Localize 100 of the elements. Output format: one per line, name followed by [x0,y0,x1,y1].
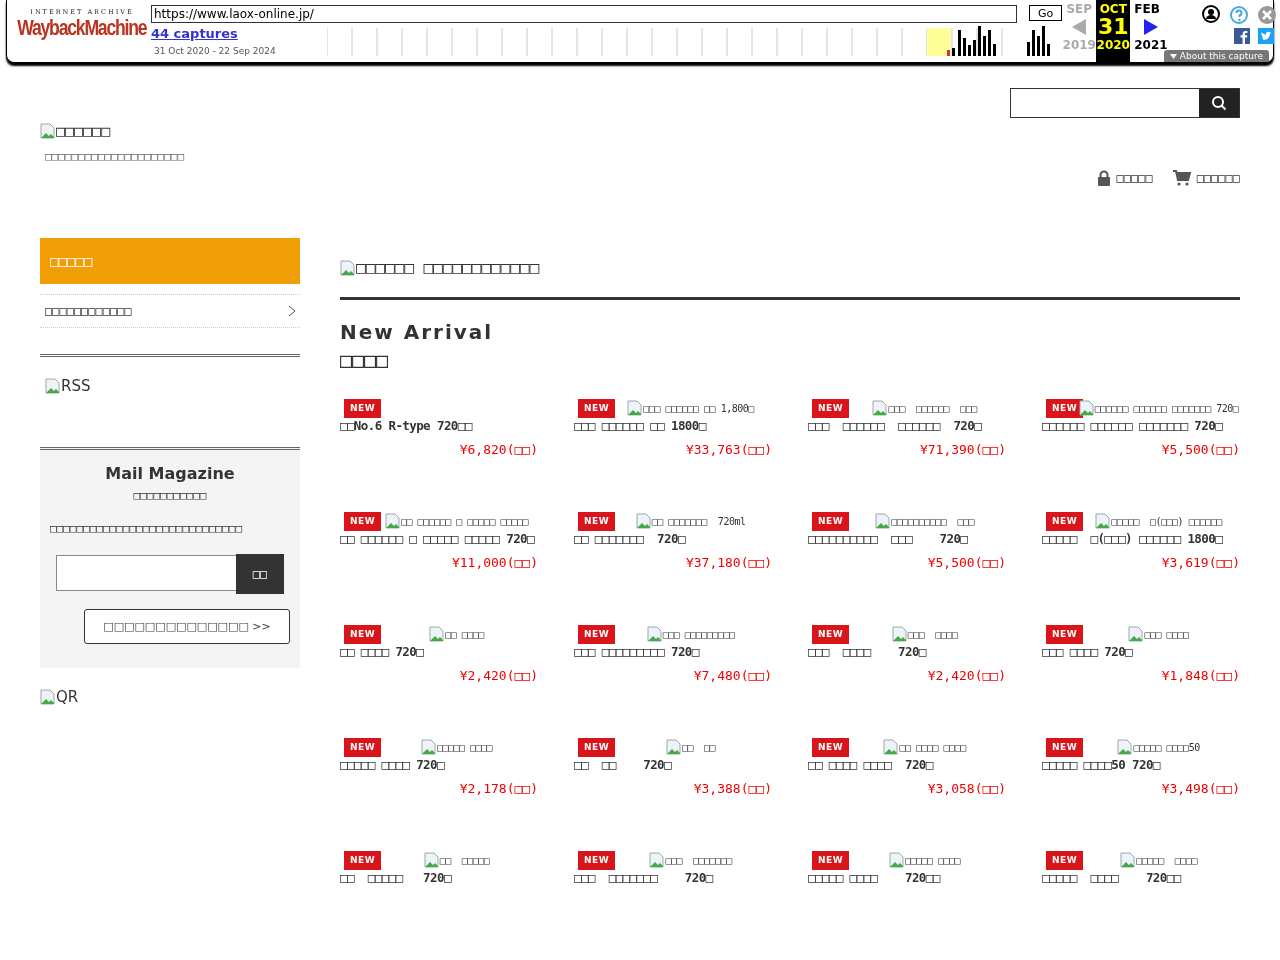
product-name[interactable]: □□No.6 R-type 720□□ [340,418,538,434]
product-image-alt[interactable]: □□ □□ [682,741,716,753]
product-name[interactable]: □□□ □□□□□□□ 720□ [574,870,772,886]
email-field[interactable] [56,555,236,591]
cart-icon [1172,170,1191,186]
product-image-alt[interactable]: □□□ □□□□□□□□□ [662,628,735,640]
product-name[interactable]: □□□□□ □(□□□) □□□□□□ 1800□ [1042,531,1240,547]
search-button[interactable] [1199,89,1239,117]
broken-image-icon [627,400,644,416]
broken-image-icon [45,378,61,394]
product-image-alt[interactable]: □□□ □□□□□□ □□□ [888,402,977,414]
broken-image-icon [1117,739,1134,755]
broken-image-icon [420,739,437,755]
product-name[interactable]: □□ □□□□ 720□ [340,644,538,660]
captures-link[interactable]: 44 captures [151,26,238,41]
twitter-icon[interactable] [1258,28,1275,44]
product-image-alt[interactable]: □□□□□ □□□□ [904,854,961,866]
new-badge: NEW [344,625,382,644]
month-label: OCT [1098,2,1128,16]
year-label: 2021 [1134,38,1169,52]
rss-alt-text[interactable]: RSS [61,377,91,395]
product-image-alt[interactable]: □□□ □□□□ [1144,628,1189,640]
product-name[interactable]: □□□□□ □□□□ 720□ [340,757,538,773]
product-name[interactable]: □□□□□ □□□□ 720□□ [1042,870,1240,886]
product-name[interactable]: □□□□□□□□□□ □□□ 720□ [808,531,1006,547]
product-image-alt[interactable]: □□□ □□□□ [907,628,958,640]
product-price: ¥2,420(□□) [459,668,538,683]
product-image-alt[interactable]: □□□ □□□□□□□ [665,854,732,866]
product-name[interactable]: □□□ □□□□ 720□ [808,644,1006,660]
mail-magazine-title: Mail Magazine [105,464,235,483]
product-image-alt[interactable]: □□ □□□□□□□ 720ml [651,515,746,527]
product-price: ¥1,848(□□) [1161,668,1240,683]
broken-image-icon [875,513,892,529]
about-capture-button[interactable]: About this capture [1163,50,1269,62]
product-name[interactable]: □□□ □□□□□□ □□□□□□ 720□ [808,418,1006,434]
header-link[interactable]: □□□□□□ [1196,171,1240,185]
header-link[interactable]: □□□□□ [1116,171,1153,185]
next-arrow-icon[interactable] [1144,19,1159,35]
go-button[interactable]: Go [1029,5,1063,21]
year-label: 2020 [1096,38,1131,52]
product-price: ¥7,480(□□) [693,668,772,683]
new-badge: NEW [344,399,382,418]
search-field[interactable] [1010,88,1240,118]
product-name[interactable]: □□ □□□□ □□□□ 720□ [808,757,1006,773]
year-label: 2019 [1062,38,1097,52]
category-header: □□□□□ [40,238,300,284]
subscribe-button[interactable]: □□ [236,554,284,594]
broken-image-icon [891,626,908,642]
product-price: ¥5,500(□□) [1161,442,1240,457]
section-subheading: □□□□ [340,348,390,372]
product-name[interactable]: □□□□□□ □□□□□□ □□□□□□□ 720□ [1042,418,1240,434]
user-icon[interactable] [1202,5,1221,23]
capture-histogram[interactable] [327,26,1053,56]
category-item[interactable]: □□□□□□□□□□□□ [40,294,300,328]
mail-magazine-link-button[interactable]: □□□□□□□□□□□□□□ >> [84,609,290,644]
broken-image-icon [635,513,652,529]
product-price: ¥6,820(□□) [459,442,538,457]
new-badge: NEW [578,625,616,644]
product-name[interactable]: □□□ □□□□□□ □□ 1800□ [574,418,772,434]
banner-alt-text[interactable]: □□□□□□ □□□□□□□□□□□□ [356,258,540,277]
product-image-alt[interactable]: □□□□□ □□□□ [436,741,493,753]
product-name[interactable]: □□ □□□□□□□ 720□ [574,531,772,547]
new-badge: NEW [578,512,616,531]
product-image-alt[interactable]: □□ □□□□□□ □ □□□□□ □□□□□ [401,515,529,527]
product-image-alt[interactable]: □□□ □□□□□□ □□ 1,800□ [643,402,754,414]
new-badge: NEW [812,512,850,531]
product-image-alt[interactable]: □□ □□□□ [445,628,484,640]
broken-image-icon [1128,626,1145,642]
product-name[interactable]: □□ □□□□□□ □ □□□□□ □□□□□ 720□ [340,531,538,547]
new-badge: NEW [1046,625,1084,644]
facebook-icon[interactable] [1234,28,1251,44]
close-icon[interactable] [1258,6,1277,24]
product-name[interactable]: □□ □□ 720□ [574,757,772,773]
product-name[interactable]: □□□□□ □□□□ 720□□ [808,870,1006,886]
month-label: FEB [1134,2,1161,16]
product-price: ¥3,058(□□) [927,781,1006,796]
wayback-logo[interactable]: WaybackMachine [17,16,147,40]
new-badge: NEW [812,399,850,418]
calendar-column[interactable]: OCT 31 2020 [1096,0,1131,62]
product-image-alt[interactable]: □□□□□□□□□□ □□□ [891,515,974,527]
product-price: ¥33,763(□□) [685,442,772,457]
product-name[interactable]: □□ □□□□□ 720□ [340,870,538,886]
logo-alt-text[interactable]: □□□□□□ [56,122,111,140]
product-image-alt[interactable]: □□ □□□□ □□□□ [899,741,966,753]
search-icon [1211,95,1227,111]
product-name[interactable]: □□□□□ □□□□50 720□ [1042,757,1240,773]
new-badge: NEW [1046,738,1084,757]
product-image-alt[interactable]: □□□□□ □□□□50 [1133,741,1200,753]
product-price: ¥5,500(□□) [927,555,1006,570]
broken-image-icon [40,689,56,705]
product-price: ¥71,390(□□) [919,442,1006,457]
product-image-alt[interactable]: □□□□□□ □□□□□□ □□□□□□□ 720□ [1094,402,1239,414]
broken-image-icon [883,739,900,755]
product-image-alt[interactable]: □□□□□ □□□□ [1136,854,1197,866]
url-field[interactable]: https://www.laox-online.jp/ [151,5,1017,23]
product-name[interactable]: □□□ □□□□ 720□ [1042,644,1240,660]
product-image-alt[interactable]: □□ □□□□□ [439,854,490,866]
product-image-alt[interactable]: □□□□□ □(□□□) □□□□□□ [1111,515,1222,527]
new-badge: NEW [812,625,850,644]
product-name[interactable]: □□□ □□□□□□□□□ 720□ [574,644,772,660]
